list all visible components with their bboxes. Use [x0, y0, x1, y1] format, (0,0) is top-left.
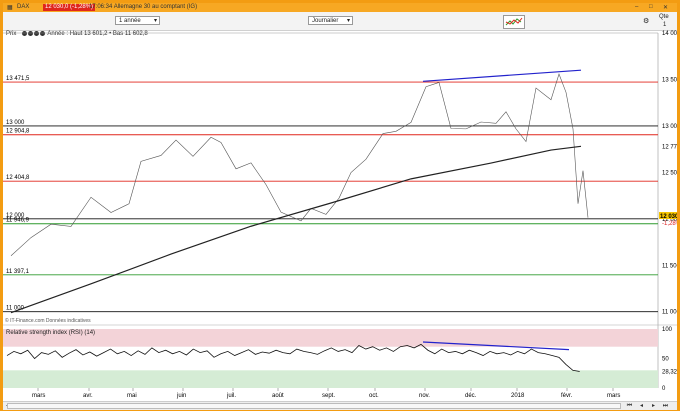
next-icon[interactable]: ▸: [649, 402, 658, 410]
rsi-oversold-band: [3, 370, 658, 388]
scrollbar-thumb[interactable]: [7, 403, 621, 409]
price-line: [10, 73, 589, 257]
price-tick-label: 13 500: [662, 77, 677, 83]
data-source: © IT-Finance.com Données indicatives: [5, 318, 91, 324]
rsi-label: Relative strength index (RSI) (14): [6, 330, 96, 336]
price-tick-label: 14 000: [662, 31, 677, 37]
first-icon[interactable]: ⏮: [625, 402, 634, 410]
x-axis-label: déc.: [465, 393, 477, 399]
rsi-tick-label: 28,321: [662, 369, 677, 375]
rsi-tick-label: 50: [662, 357, 669, 363]
ma-value-label: 12 776,2: [662, 145, 677, 151]
price-tick-label: 11 500: [662, 263, 677, 269]
x-axis-label: sept.: [322, 393, 335, 399]
x-axis-label: août: [272, 393, 284, 399]
level-label: 13 471,5: [6, 76, 30, 82]
rsi-line: [6, 343, 580, 372]
price-tick-label: 13 000: [662, 124, 677, 130]
x-axis-label: avr.: [83, 393, 93, 399]
rsi-tick-label: 0: [662, 386, 666, 392]
last-icon[interactable]: ⏭: [661, 402, 670, 410]
level-label: 11 397,1: [6, 269, 30, 275]
x-axis-label: oct.: [369, 393, 379, 399]
prev-icon[interactable]: ◂: [637, 402, 646, 410]
price-tick-label: 12 500: [662, 170, 677, 176]
level-label: 12 904,8: [6, 129, 30, 135]
moving-average-line: [10, 145, 582, 314]
level-label: 13 000: [6, 120, 25, 126]
chart-window: ▦ DAX 12 030,0 (-1,28%) 17:06:34 Allemag…: [0, 0, 680, 411]
x-axis-label: nov.: [419, 393, 430, 399]
x-axis-label: 2018: [511, 393, 525, 399]
x-axis-label: mars: [607, 393, 620, 399]
x-axis-label: févr.: [561, 393, 573, 399]
change-label: -1,28%: [662, 221, 677, 227]
last-price-label: 12 030,0: [660, 214, 677, 220]
level-label: 12 404,8: [6, 175, 30, 181]
price-tick-label: 11 000: [662, 310, 677, 316]
price-chart[interactable]: 14 00013 50013 00012 50012 00011 50011 0…: [3, 3, 677, 399]
x-axis-label: mai: [127, 393, 137, 399]
x-axis-label: juin: [176, 393, 186, 399]
x-axis-label: juil.: [226, 393, 236, 399]
rsi-overbought-band: [3, 329, 658, 347]
x-axis-label: mars: [32, 393, 45, 399]
horizontal-scrollbar[interactable]: ◂ ⏮ ◂ ▸ ⏭: [3, 401, 677, 410]
rsi-tick-label: 100: [662, 327, 673, 333]
level-label: 11 946,9: [6, 218, 30, 224]
